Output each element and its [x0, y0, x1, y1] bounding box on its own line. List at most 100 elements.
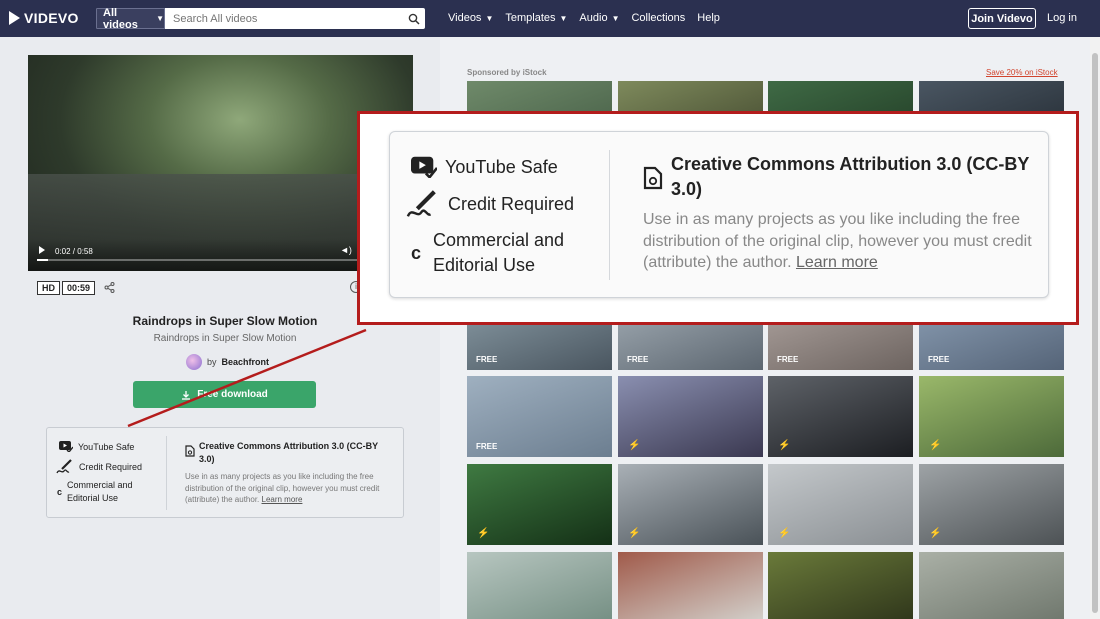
search-scope-select[interactable]: All videos ▼: [96, 8, 165, 29]
login-link[interactable]: Log in: [1047, 12, 1077, 24]
license-zoom-callout: YouTube Safe Credit Required c Commercia…: [357, 111, 1079, 325]
credit-required-item: Credit Required: [56, 458, 142, 475]
share-icon[interactable]: [104, 282, 115, 293]
credit-required-label: Credit Required: [79, 461, 143, 472]
commercial-use-item: c Commercial and Editorial Use: [57, 479, 133, 505]
video-thumbnail[interactable]: ⚡: [467, 464, 612, 545]
commercial-line1: Commercial and: [67, 480, 133, 490]
youtube-safe-label-zoomed: YouTube Safe: [445, 156, 558, 177]
nav-item-audio[interactable]: Audio ▼: [579, 12, 619, 24]
play-logo-icon: [9, 11, 20, 25]
nav-item-videos[interactable]: Videos ▼: [448, 12, 493, 24]
signature-pen-icon: [56, 459, 72, 474]
logo-text: VIDEVO: [24, 10, 79, 26]
chevron-down-icon: ▼: [559, 13, 568, 23]
nav-item-label: Help: [697, 12, 720, 24]
credit-required-item-zoomed: Credit Required: [406, 187, 574, 221]
video-thumbnail[interactable]: ⚡: [919, 464, 1064, 545]
free-badge: FREE: [928, 355, 950, 364]
commercial-line2: Editorial Use: [67, 493, 119, 504]
video-thumbnail[interactable]: [919, 552, 1064, 619]
nav-item-templates[interactable]: Templates ▼: [505, 12, 567, 24]
nav-item-label: Collections: [631, 12, 686, 24]
license-doc-icon: [185, 445, 195, 457]
playback-time: 0:02 / 0:58: [55, 247, 93, 256]
youtube-check-icon: [59, 441, 73, 452]
download-label: Free download: [197, 389, 268, 400]
search-input[interactable]: [165, 8, 403, 29]
license-divider: [166, 436, 167, 510]
commercial-line1-zoomed: Commercial and: [433, 230, 565, 250]
play-icon[interactable]: [39, 246, 45, 254]
credit-required-label-zoomed: Credit Required: [448, 193, 575, 214]
video-thumbnail[interactable]: [467, 552, 612, 619]
nav-item-label: Templates: [505, 12, 556, 24]
license-name-zoomed: Creative Commons Attribution 3.0 (CC-BY …: [671, 154, 1030, 200]
sponsored-label: Sponsored by iStock: [467, 68, 547, 77]
premium-bolt-icon: ⚡: [778, 440, 791, 451]
video-thumbnail[interactable]: ⚡: [919, 376, 1064, 457]
premium-bolt-icon: ⚡: [929, 440, 942, 451]
license-name: Creative Commons Attribution 3.0 (CC-BY …: [199, 441, 379, 464]
video-thumbnail[interactable]: [768, 552, 913, 619]
nav-item-label: Audio: [579, 12, 608, 24]
search-scope-label: All videos: [103, 8, 138, 29]
free-badge: FREE: [777, 355, 799, 364]
free-download-button[interactable]: Free download: [133, 381, 316, 408]
main-nav: Videos ▼ Templates ▼ Audio ▼ Collections Help: [448, 12, 720, 24]
premium-bolt-icon: ⚡: [628, 528, 641, 539]
license-description: Use in as many projects as you like incl…: [185, 471, 397, 506]
search-button[interactable]: [403, 8, 425, 29]
by-label: by: [207, 357, 217, 367]
duration-badge: 00:59: [62, 281, 96, 295]
top-navbar: VIDEVO All videos ▼ Videos▼Templates▼Aud…: [0, 0, 1100, 37]
page-scrollbar[interactable]: [1090, 37, 1100, 619]
video-thumbnail[interactable]: ⚡: [768, 464, 913, 545]
learn-more-link-zoomed[interactable]: Learn more: [796, 254, 878, 271]
commercial-line2-zoomed: Editorial Use: [433, 255, 536, 276]
join-button[interactable]: Join Videvo: [968, 8, 1036, 29]
cc-icon: c: [411, 242, 422, 263]
license-box-zoomed: YouTube Safe Credit Required c Commercia…: [389, 131, 1049, 298]
progress-bar[interactable]: [37, 259, 357, 261]
license-description-zoomed: Use in as many projects as you like incl…: [643, 209, 1033, 274]
volume-icon[interactable]: ◄): [340, 245, 352, 255]
video-thumbnail[interactable]: [618, 552, 763, 619]
nav-item-collections[interactable]: Collections: [631, 12, 685, 24]
chevron-down-icon: ▼: [485, 13, 494, 23]
video-thumbnail[interactable]: ⚡: [618, 376, 763, 457]
cc-icon: c: [57, 487, 63, 497]
license-box: YouTube Safe Credit Required c Commercia…: [46, 427, 404, 518]
progress-fill: [37, 259, 49, 261]
video-thumbnail[interactable]: ⚡: [768, 376, 913, 457]
clip-badges: HD 00:59: [37, 281, 96, 295]
video-player[interactable]: 0:02 / 0:58 ◄): [28, 55, 413, 271]
istock-offer-link[interactable]: Save 20% on iStock: [986, 68, 1058, 77]
free-badge: FREE: [627, 355, 649, 364]
free-badge: FREE: [476, 355, 498, 364]
avatar: [186, 354, 202, 370]
search-icon: [408, 13, 420, 25]
premium-bolt-icon: ⚡: [929, 528, 942, 539]
author-row[interactable]: by Beachfront: [186, 354, 269, 370]
download-icon: [182, 390, 191, 400]
scrollbar-thumb[interactable]: [1092, 53, 1098, 613]
youtube-safe-label: YouTube Safe: [78, 441, 135, 452]
chevron-down-icon: ▼: [156, 14, 164, 23]
license-divider-zoomed: [609, 150, 610, 280]
learn-more-link[interactable]: Learn more: [262, 495, 303, 504]
video-thumbnail[interactable]: ⚡: [618, 464, 763, 545]
youtube-safe-item-zoomed: YouTube Safe: [411, 156, 558, 178]
free-badge: FREE: [476, 442, 498, 451]
author-name: Beachfront: [221, 357, 270, 367]
signature-pen-icon: [406, 190, 436, 217]
nav-item-label: Videos: [448, 12, 482, 24]
premium-bolt-icon: ⚡: [778, 528, 791, 539]
commercial-use-item-zoomed: c Commercial and Editorial Use: [411, 228, 564, 278]
video-thumbnail[interactable]: FREE: [467, 376, 612, 457]
nav-item-help[interactable]: Help: [697, 12, 720, 24]
premium-bolt-icon: ⚡: [477, 528, 490, 539]
videvo-logo[interactable]: VIDEVO: [9, 10, 79, 26]
clip-subtitle: Raindrops in Super Slow Motion: [153, 333, 297, 344]
youtube-safe-item: YouTube Safe: [59, 441, 134, 452]
